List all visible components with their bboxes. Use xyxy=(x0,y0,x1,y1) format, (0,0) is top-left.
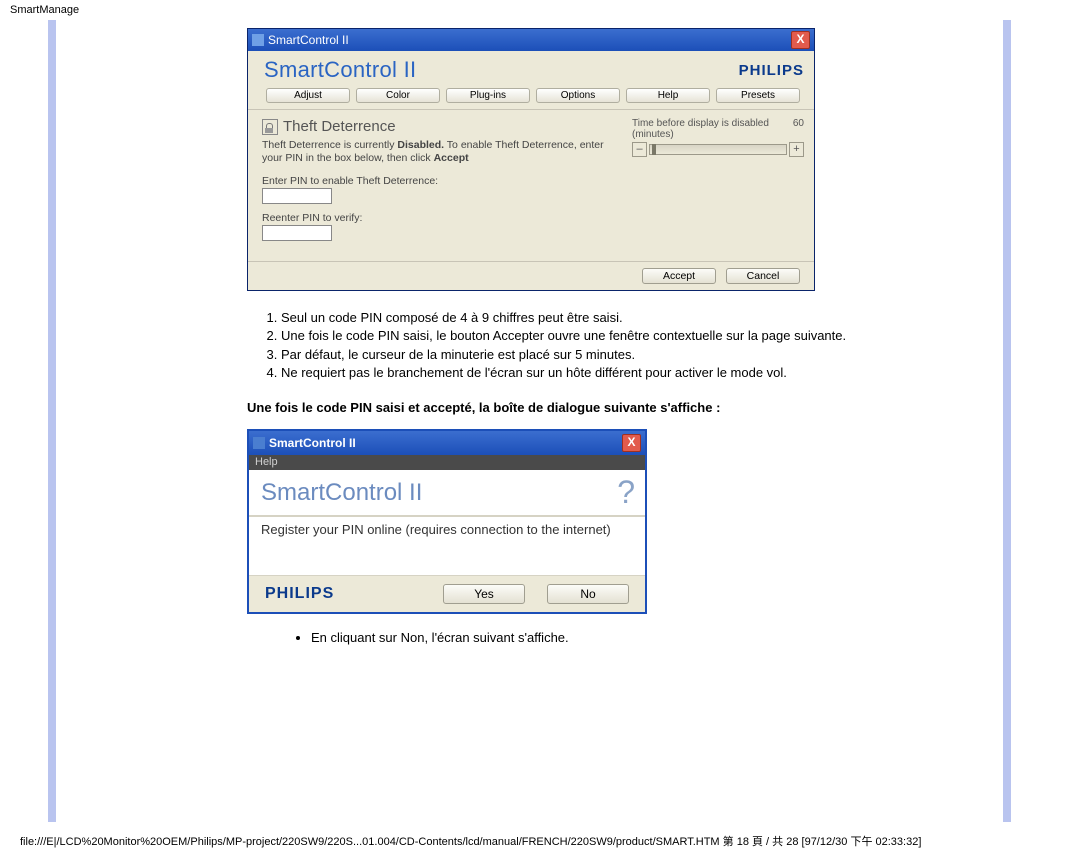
list-item: En cliquant sur Non, l'écran suivant s'a… xyxy=(311,630,967,645)
app-icon xyxy=(253,437,265,449)
enter-pin-label: Enter PIN to enable Theft Deterrence: xyxy=(262,175,618,187)
slider-minus-button[interactable]: – xyxy=(632,142,647,157)
page-header: SmartManage xyxy=(0,0,1080,20)
tab-plugins[interactable]: Plug-ins xyxy=(446,88,530,103)
tab-help[interactable]: Help xyxy=(626,88,710,103)
tab-color[interactable]: Color xyxy=(356,88,440,103)
tab-bar: Adjust Color Plug-ins Options Help Prese… xyxy=(248,85,814,110)
window-title: SmartControl II xyxy=(268,33,349,47)
yes-button[interactable]: Yes xyxy=(443,584,525,604)
section-title-text: Theft Deterrence xyxy=(283,118,396,135)
bold-transition-text: Une fois le code PIN saisi et accepté, l… xyxy=(247,400,967,415)
slider-knob[interactable] xyxy=(652,144,656,155)
register-pin-dialog: SmartControl II X Help SmartControl II ?… xyxy=(247,429,647,614)
margin-stripe-right xyxy=(1003,20,1011,822)
cancel-button[interactable]: Cancel xyxy=(726,268,800,284)
tab-adjust[interactable]: Adjust xyxy=(266,88,350,103)
instruction-list: Seul un code PIN composé de 4 à 9 chiffr… xyxy=(257,309,967,382)
brand-logo: PHILIPS xyxy=(265,585,334,603)
titlebar: SmartControl II X xyxy=(248,29,814,51)
dialog-message: Register your PIN online (requires conne… xyxy=(249,517,645,575)
accept-button[interactable]: Accept xyxy=(642,268,716,284)
list-item: Seul un code PIN composé de 4 à 9 chiffr… xyxy=(281,309,967,327)
list-item: Ne requiert pas le branchement de l'écra… xyxy=(281,364,967,382)
bullet-list: En cliquant sur Non, l'écran suivant s'a… xyxy=(271,630,967,645)
close-icon[interactable]: X xyxy=(791,31,810,49)
tab-options[interactable]: Options xyxy=(536,88,620,103)
status-text: Theft Deterrence is currently Disabled. … xyxy=(262,139,618,165)
titlebar: SmartControl II X xyxy=(249,431,645,455)
list-item: Une fois le code PIN saisi, le bouton Ac… xyxy=(281,327,967,345)
app-title: SmartControl II xyxy=(264,57,416,83)
enter-pin-input[interactable] xyxy=(262,188,332,204)
tab-presets[interactable]: Presets xyxy=(716,88,800,103)
timeout-value: 60 xyxy=(793,118,804,140)
footer-file-path: file:///E|/LCD%20Monitor%20OEM/Philips/M… xyxy=(20,833,921,849)
slider-track[interactable] xyxy=(649,144,787,155)
reenter-pin-label: Reenter PIN to verify: xyxy=(262,212,618,224)
theft-deterrence-window: SmartControl II X SmartControl II PHILIP… xyxy=(247,28,815,291)
close-icon[interactable]: X xyxy=(622,434,641,452)
question-icon: ? xyxy=(617,474,635,511)
timeout-label-1: Time before display is disabled xyxy=(632,118,769,129)
slider-plus-button[interactable]: + xyxy=(789,142,804,157)
section-title: Theft Deterrence xyxy=(262,118,618,135)
dialog-app-title: SmartControl II xyxy=(261,479,422,507)
lock-icon xyxy=(262,119,278,135)
brand-logo: PHILIPS xyxy=(739,62,804,79)
margin-stripe-left xyxy=(48,20,56,822)
menubar: Help xyxy=(249,455,645,470)
no-button[interactable]: No xyxy=(547,584,629,604)
timeout-slider: – + xyxy=(632,142,804,157)
timeout-label-2: (minutes) xyxy=(632,129,674,140)
window-title: SmartControl II xyxy=(269,436,356,450)
app-icon xyxy=(252,34,264,46)
list-item: Par défaut, le curseur de la minuterie e… xyxy=(281,346,967,364)
reenter-pin-input[interactable] xyxy=(262,225,332,241)
menu-help[interactable]: Help xyxy=(255,456,278,468)
